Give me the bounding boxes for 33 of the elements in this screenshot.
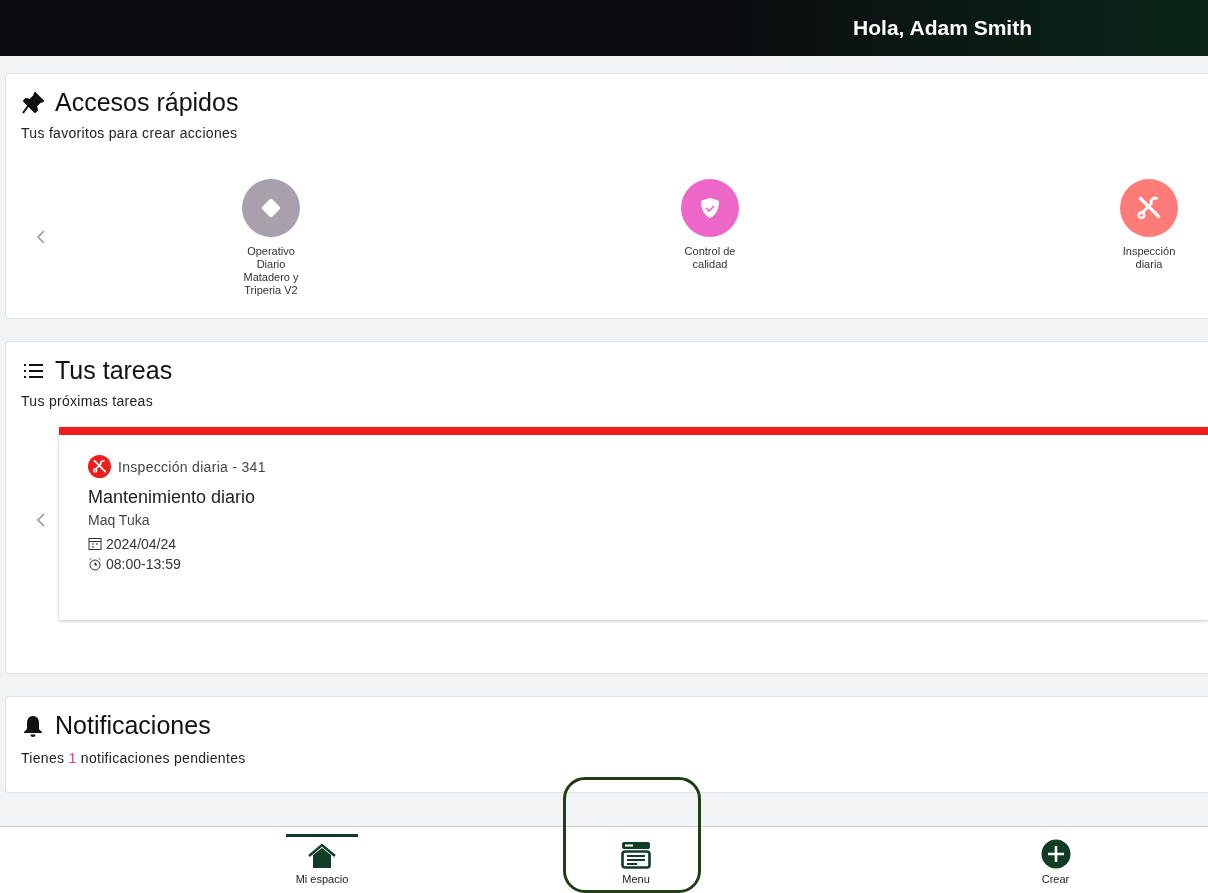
greeting: Hola, Adam Smith <box>853 16 1032 40</box>
add-icon <box>1040 839 1071 869</box>
section-title: Tus tareas <box>55 356 173 385</box>
bell-icon <box>21 713 45 738</box>
alarm-clock-icon <box>88 557 102 571</box>
home-icon <box>307 843 337 869</box>
nav-tab[interactable]: Crear <box>1019 834 1092 890</box>
task-asset: Maq Tuka <box>88 512 151 528</box>
section-subtitle: Tus favoritos para crear acciones <box>21 125 239 141</box>
section-subtitle: Tus próximas tareas <box>21 393 154 409</box>
task-title: Mantenimiento diario <box>88 487 257 508</box>
task-time: 08:00-13:59 <box>106 556 181 572</box>
shortcut-button[interactable] <box>242 179 300 237</box>
shield-check-icon <box>699 196 721 220</box>
shortcut-label: Operativo Diario Matadero y Triperia V2 <box>242 245 300 297</box>
shortcut-button[interactable] <box>1120 179 1178 237</box>
task-type: Inspección diaria - 341 <box>118 458 266 475</box>
shortcut-button[interactable] <box>681 179 739 237</box>
chevron-left-icon[interactable] <box>35 229 47 245</box>
notification-summary: Tienes 1 notificaciones pendientes <box>21 750 247 766</box>
pin-icon <box>21 90 45 115</box>
nav-tab[interactable]: Mi espacio <box>286 834 358 890</box>
wrench-screwdriver-icon <box>1136 195 1162 221</box>
section-title: Accesos rápidos <box>55 88 239 117</box>
chevron-left-icon[interactable] <box>35 512 47 528</box>
task-card[interactable]: Inspección diaria - 341 Mantenimiento diario Maq Tuka 2024/04/24 08:00-13:59 <box>59 427 1208 620</box>
menu-icon <box>621 841 651 869</box>
shortcut-label: Inspección diaria <box>1121 245 1177 271</box>
calendar-icon <box>88 537 102 551</box>
section-title: Notificaciones <box>55 711 211 740</box>
shortcut-label: Control de calidad <box>683 245 737 271</box>
task-date: 2024/04/24 <box>106 536 177 552</box>
nav-tab[interactable]: Menu <box>600 834 672 890</box>
